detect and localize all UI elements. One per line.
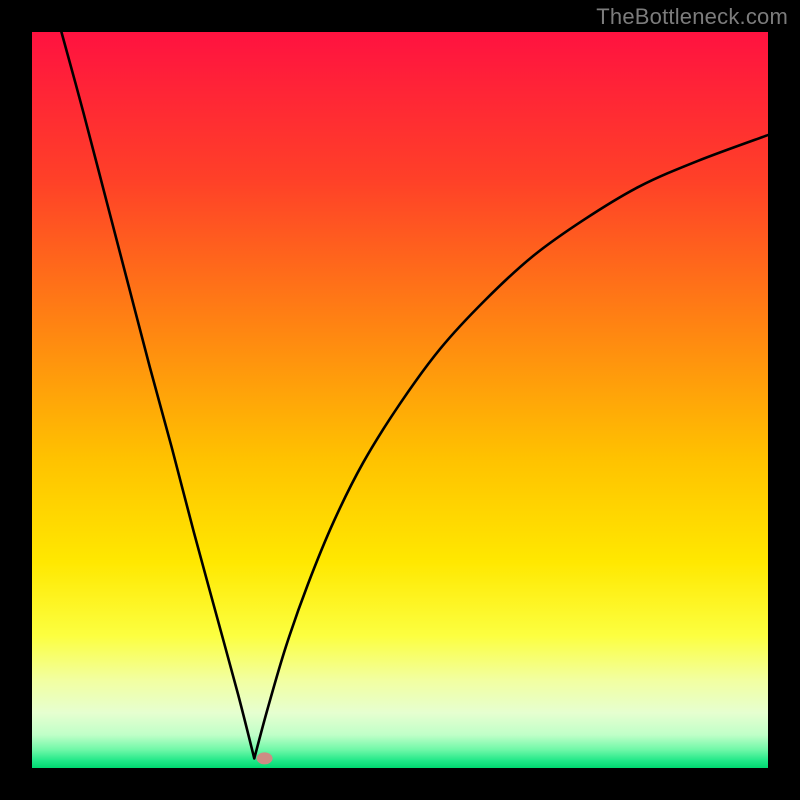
- chart-frame: TheBottleneck.com: [0, 0, 800, 800]
- vertex-marker: [257, 752, 273, 764]
- watermark-label: TheBottleneck.com: [596, 4, 788, 30]
- bottleneck-curve: [32, 32, 768, 768]
- plot-area: [32, 32, 768, 768]
